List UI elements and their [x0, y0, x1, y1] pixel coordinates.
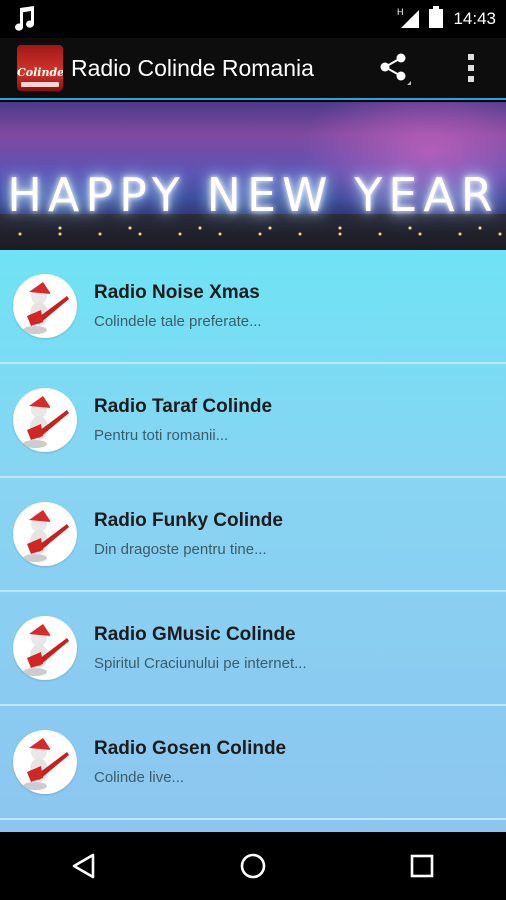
home-icon	[240, 853, 266, 879]
back-icon	[73, 853, 95, 879]
santa-guitar-icon	[23, 396, 69, 448]
share-button[interactable]	[372, 46, 416, 90]
navigation-bar	[0, 832, 506, 900]
station-title: Radio Gosen Colinde	[94, 738, 287, 759]
santa-guitar-icon	[23, 738, 69, 790]
station-subtitle: Din dragoste pentru tine...	[94, 541, 267, 558]
station-subtitle: Colinde live...	[94, 769, 185, 786]
station-avatar	[13, 274, 77, 338]
app-logo: Colinde	[17, 45, 63, 91]
recents-button[interactable]	[392, 836, 452, 896]
app-bar: Colinde Radio Colinde Romania	[0, 38, 506, 100]
recents-icon	[410, 854, 433, 878]
station-subtitle: Colindele tale preferate...	[94, 313, 262, 330]
station-item[interactable]: Radio Noise Xmas Colindele tale preferat…	[0, 250, 506, 364]
station-avatar	[13, 502, 77, 566]
station-avatar	[13, 616, 77, 680]
station-item[interactable]: Radio Taraf Colinde Pentru toti romanii.…	[0, 364, 506, 478]
station-subtitle: Spiritul Craciunului pe internet...	[94, 655, 307, 672]
logo-text: Colinde	[17, 66, 63, 79]
station-title: Radio Noise Xmas	[94, 282, 260, 303]
battery-icon	[429, 5, 444, 33]
station-avatar	[13, 730, 77, 794]
status-time: 14:43	[453, 9, 496, 28]
station-title: Radio GMusic Colinde	[94, 624, 296, 645]
home-button[interactable]	[223, 836, 283, 896]
svg-text:H: H	[397, 7, 404, 17]
santa-guitar-icon	[23, 624, 69, 676]
overflow-menu-button[interactable]	[456, 46, 486, 90]
station-title: Radio Funky Colinde	[94, 510, 283, 531]
station-title: Radio Taraf Colinde	[94, 396, 273, 417]
station-subtitle: Pentru toti romanii...	[94, 427, 229, 444]
station-item[interactable]: Radio Funky Colinde Din dragoste pentru …	[0, 478, 506, 592]
status-bar: H 14:43	[0, 0, 506, 38]
overflow-menu-icon	[468, 54, 474, 82]
music-note-icon	[12, 6, 36, 37]
station-item[interactable]: Radio GMusic Colinde Spiritul Craciunulu…	[0, 592, 506, 706]
santa-guitar-icon	[23, 282, 69, 334]
app-title: Radio Colinde Romania	[71, 54, 314, 81]
station-item[interactable]: Radio Gosen Colinde Colinde live...	[0, 706, 506, 820]
share-icon	[380, 53, 411, 85]
banner-text: HAPPY NEW YEAR	[7, 168, 499, 222]
santa-guitar-icon	[23, 510, 69, 562]
station-avatar	[13, 388, 77, 452]
banner-image: HAPPY NEW YEAR	[0, 102, 506, 250]
station-list: Radio Noise Xmas Colindele tale preferat…	[0, 250, 506, 832]
back-button[interactable]	[54, 836, 114, 896]
signal-icon: H	[397, 6, 420, 33]
